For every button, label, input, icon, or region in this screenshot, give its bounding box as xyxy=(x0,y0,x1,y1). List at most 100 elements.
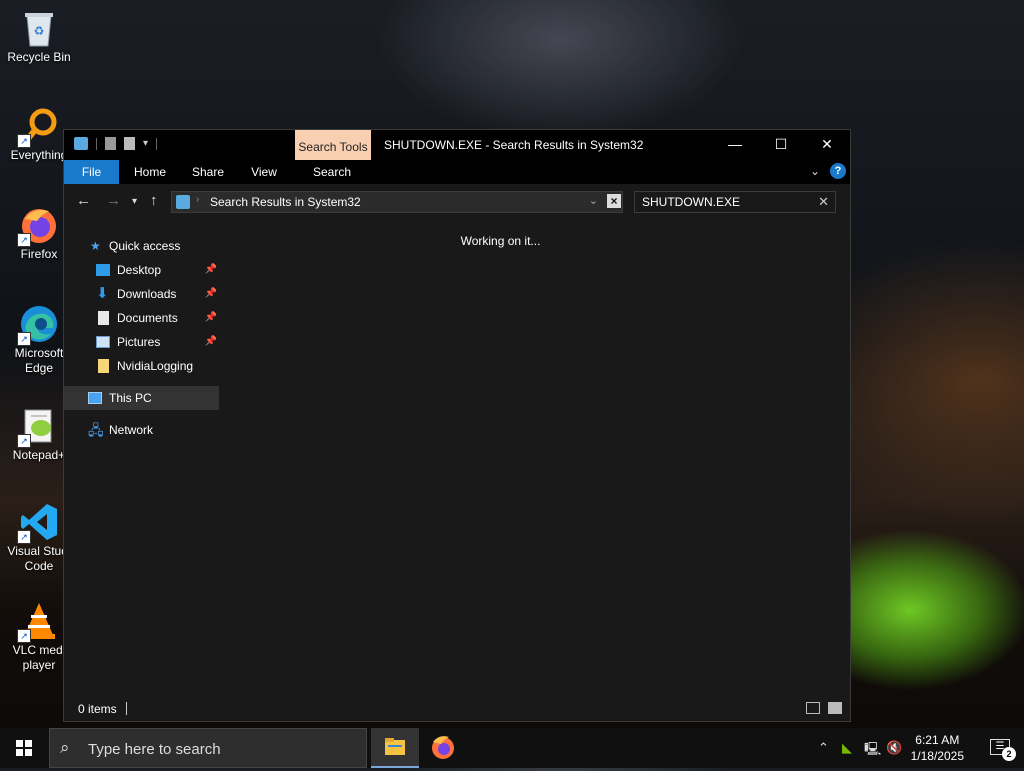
desktop-icon-recycle-bin[interactable]: ♻ Recycle Bin xyxy=(0,8,78,65)
network-icon: 🖧 xyxy=(88,422,104,438)
address-dropdown-icon[interactable]: ⌄ xyxy=(589,194,598,207)
tab-view[interactable]: View xyxy=(240,160,288,184)
folder-icon xyxy=(98,359,109,373)
back-arrow-icon[interactable]: ← xyxy=(76,192,91,209)
properties-icon[interactable] xyxy=(105,137,116,150)
view-buttons xyxy=(806,702,842,714)
clock-date: 1/18/2025 xyxy=(910,749,964,763)
explorer-folder-icon xyxy=(74,137,88,150)
windows-logo-icon xyxy=(16,740,32,756)
clock-time: 6:21 AM xyxy=(915,733,960,747)
nav-item-pictures[interactable]: Pictures 📌 xyxy=(64,330,219,354)
tab-share[interactable]: Share xyxy=(184,160,232,184)
title-bar[interactable]: ▾ Search Tools SHUTDOWN.EXE - Search Res… xyxy=(64,130,850,160)
help-icon[interactable]: ? xyxy=(830,163,846,179)
breadcrumb-chevron-icon[interactable]: › xyxy=(196,194,199,205)
system-tray: ⌃ ◣ 🖳 🔇 6:21 AM 1/18/2025 ☰ 2 xyxy=(804,728,1024,768)
notification-count-badge: 2 xyxy=(1002,747,1016,761)
file-list-pane[interactable]: Working on it... xyxy=(221,220,850,697)
close-button[interactable]: ✕ xyxy=(804,130,850,160)
taskbar-file-explorer[interactable] xyxy=(371,728,419,768)
ribbon-tabs: File Home Share View Search ⌄ ? xyxy=(64,160,850,184)
details-view-icon[interactable] xyxy=(806,702,820,714)
nav-item-network[interactable]: 🖧 Network xyxy=(64,418,219,442)
search-results-folder-icon xyxy=(176,195,190,209)
clock[interactable]: 6:21 AM 1/18/2025 xyxy=(911,732,964,764)
stop-search-button[interactable]: × xyxy=(607,194,621,208)
search-input[interactable] xyxy=(640,194,814,210)
shortcut-arrow-icon: ↗ xyxy=(17,134,31,148)
large-icons-view-icon[interactable] xyxy=(828,702,842,714)
new-folder-icon[interactable] xyxy=(124,137,135,150)
network-status-icon[interactable]: 🖳 xyxy=(864,740,881,762)
notification-center-icon[interactable]: ☰ 2 xyxy=(990,739,1016,761)
nav-item-quick-access[interactable]: ★ Quick access xyxy=(64,234,219,258)
nav-item-this-pc[interactable]: This PC xyxy=(64,386,219,410)
nav-item-documents[interactable]: Documents 📌 xyxy=(64,306,219,330)
quick-access-toolbar: ▾ xyxy=(74,137,158,150)
pin-icon: 📌 xyxy=(204,336,217,347)
status-divider xyxy=(126,702,127,715)
item-count: 0 items xyxy=(78,702,117,716)
search-tools-context-tab[interactable]: Search Tools xyxy=(295,130,371,160)
volume-muted-icon[interactable]: 🔇 xyxy=(886,740,902,756)
file-explorer-window: ▾ Search Tools SHUTDOWN.EXE - Search Res… xyxy=(63,129,851,722)
recent-locations-chevron-icon[interactable]: ▾ xyxy=(132,196,137,207)
shortcut-arrow-icon: ↗ xyxy=(17,332,31,346)
svg-text:♻: ♻ xyxy=(34,24,45,38)
nvidia-icon[interactable]: ◣ xyxy=(842,740,852,756)
computer-icon xyxy=(88,392,102,404)
tab-file[interactable]: File xyxy=(64,160,119,184)
nav-item-desktop[interactable]: Desktop 📌 xyxy=(64,258,219,282)
file-explorer-icon xyxy=(385,738,405,755)
address-bar[interactable]: › Search Results in System32 ⌄ xyxy=(171,191,623,213)
forward-arrow-icon[interactable]: → xyxy=(106,192,121,209)
taskbar: ⌕ Type here to search ⌃ ◣ 🖳 🔇 6:21 AM 1/… xyxy=(0,728,1024,768)
clear-search-icon[interactable]: ✕ xyxy=(818,194,829,210)
nav-item-nvidialogging[interactable]: NvidiaLogging xyxy=(64,354,219,378)
breadcrumb[interactable]: Search Results in System32 xyxy=(210,195,361,209)
shortcut-arrow-icon: ↗ xyxy=(17,434,31,448)
tab-home[interactable]: Home xyxy=(126,160,174,184)
toolbar-divider xyxy=(96,137,97,150)
shortcut-arrow-icon: ↗ xyxy=(17,629,31,643)
nav-item-downloads[interactable]: ⬇ Downloads 📌 xyxy=(64,282,219,306)
edge-icon: ↗ xyxy=(17,304,59,346)
pin-icon: 📌 xyxy=(204,264,217,275)
toolbar-divider xyxy=(156,137,158,150)
search-box[interactable]: ✕ xyxy=(634,191,836,213)
navigation-bar: ← → ▾ ↑ › Search Results in System32 ⌄ ×… xyxy=(64,184,850,220)
vscode-icon: ↗ xyxy=(17,502,59,544)
star-icon: ★ xyxy=(90,239,101,253)
taskbar-firefox[interactable] xyxy=(419,728,467,768)
maximize-button[interactable]: ☐ xyxy=(758,130,804,160)
taskbar-search-box[interactable]: ⌕ Type here to search xyxy=(49,728,367,768)
vlc-icon: ↗ xyxy=(17,601,59,643)
minimize-button[interactable]: — xyxy=(712,130,758,160)
everything-icon: ↗ xyxy=(17,106,59,148)
pin-icon: 📌 xyxy=(204,288,217,299)
caption-buttons: — ☐ ✕ xyxy=(712,130,850,160)
pin-icon: 📌 xyxy=(204,312,217,323)
documents-icon xyxy=(98,311,109,325)
tab-search[interactable]: Search xyxy=(304,160,360,184)
navigation-pane: ★ Quick access Desktop 📌 ⬇ Downloads 📌 D… xyxy=(64,220,220,697)
ribbon-controls: ⌄ ? xyxy=(810,163,846,179)
recycle-bin-icon: ♻ xyxy=(19,8,59,48)
expand-ribbon-chevron-icon[interactable]: ⌄ xyxy=(810,164,820,178)
firefox-icon xyxy=(432,736,454,759)
desktop-folder-icon xyxy=(96,264,110,276)
shortcut-arrow-icon: ↗ xyxy=(17,233,31,247)
explorer-body: ★ Quick access Desktop 📌 ⬇ Downloads 📌 D… xyxy=(64,220,850,697)
window-title: SHUTDOWN.EXE - Search Results in System3… xyxy=(384,138,644,152)
show-hidden-icons-chevron-icon[interactable]: ⌃ xyxy=(818,740,829,756)
search-placeholder: Type here to search xyxy=(88,741,221,758)
start-button[interactable] xyxy=(0,728,48,768)
working-status-text: Working on it... xyxy=(460,234,541,248)
shortcut-arrow-icon: ↗ xyxy=(17,530,31,544)
up-arrow-icon[interactable]: ↑ xyxy=(150,192,158,209)
customize-toolbar-icon[interactable]: ▾ xyxy=(143,138,148,149)
pictures-icon xyxy=(96,336,110,348)
firefox-icon: ↗ xyxy=(17,205,59,247)
notepadpp-icon: ↗ xyxy=(17,406,59,448)
